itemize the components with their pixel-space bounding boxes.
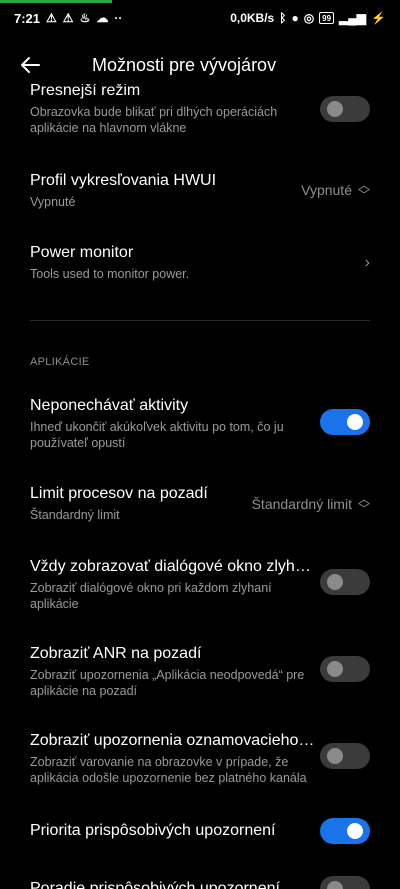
battery-level: 99 <box>322 13 332 23</box>
setting-title: Zobraziť ANR na pozadí <box>30 645 202 662</box>
circle-icon: ◎ <box>303 11 315 25</box>
setting-subtitle: Zobraziť dialógové okno pri každom zlyha… <box>30 581 272 611</box>
page-title: Možnosti pre vývojárov <box>92 54 277 75</box>
network-speed: 0,0KB/s <box>230 11 275 25</box>
battery-icon: 99 <box>319 12 335 24</box>
setting-subtitle: Obrazovka bude blikať pri dlhých operáci… <box>30 105 278 135</box>
flame-icon: ♨ <box>79 11 91 25</box>
status-bar: 7:21 ⚠ ⚠ ♨ ☁ ·· 0,0KB/s ᛒ ● ◎ 99 ▂▄▆ ⚡ <box>0 0 400 36</box>
toggle-adaptive-notification-order[interactable] <box>320 876 370 889</box>
toggle-presnejsi-rezim[interactable] <box>320 96 370 122</box>
warning-icon: ⚠ <box>46 11 57 25</box>
settings-list[interactable]: Presnejší režim Obrazovka bude blikať pr… <box>0 84 400 889</box>
setting-subtitle: Vypnuté <box>30 195 76 209</box>
warning-icon: ⚠ <box>62 11 74 25</box>
toggle-notification-channel-warnings[interactable] <box>320 743 370 769</box>
cloud-icon: ☁ <box>96 11 109 25</box>
app-bar: Možnosti pre vývojárov <box>0 40 400 90</box>
setting-subtitle: Zobraziť varovanie na obrazovke v prípad… <box>30 755 307 785</box>
setting-title: Neponechávať aktivity <box>30 397 189 414</box>
setting-title: Poradie prispôsobivých upozornení <box>30 880 280 889</box>
section-header-apps: APLIKÁCIE <box>30 356 90 368</box>
chevron-right-icon: › <box>364 254 370 271</box>
setting-subtitle: Ihneď ukončiť akúkoľvek aktivitu po tom,… <box>30 420 284 450</box>
bluetooth-icon: ᛒ <box>279 11 287 25</box>
setting-title: Vždy zobrazovať dialógové okno zlyhania <box>30 558 315 575</box>
setting-title: Power monitor <box>30 244 134 261</box>
signal-icon: ▂▄▆ <box>339 11 367 25</box>
back-arrow-icon <box>21 57 40 73</box>
back-button[interactable] <box>12 40 48 90</box>
setting-subtitle: Zobraziť upozornenia „Aplikácia neodpove… <box>30 668 305 698</box>
status-time: 7:21 <box>14 10 41 26</box>
setting-title: Profil vykresľovania HWUI <box>30 172 217 189</box>
toggle-anr-background[interactable] <box>320 656 370 682</box>
setting-title: Zobraziť upozornenia oznamovacieho kanál… <box>30 732 315 749</box>
limit-value: Štandardný limit <box>251 496 352 512</box>
divider <box>30 320 370 321</box>
charging-icon: ⚡ <box>371 11 386 25</box>
setting-title: Presnejší režim <box>30 84 141 99</box>
toggle-adaptive-notification-priority[interactable] <box>320 818 370 844</box>
vpn-icon: ● <box>291 11 299 25</box>
setting-title: Priorita prispôsobivých upozornení <box>30 822 276 839</box>
limit-value-selector[interactable]: Štandardný limit ︿ ﹀ <box>251 492 370 516</box>
setting-power-monitor[interactable]: Power monitor Tools used to monitor powe… <box>0 244 400 282</box>
toggle-crash-dialog[interactable] <box>320 569 370 595</box>
setting-subtitle: Tools used to monitor power. <box>30 267 190 281</box>
toggle-neponechavat-aktivity[interactable] <box>320 409 370 435</box>
hwui-value-selector[interactable]: Vypnuté ︿ ﹀ <box>301 178 370 202</box>
dots-icon: ·· <box>114 11 123 25</box>
hwui-value: Vypnuté <box>301 182 352 198</box>
updown-chevron-icon: ︿ ﹀ <box>357 492 370 516</box>
updown-chevron-icon: ︿ ﹀ <box>357 178 370 202</box>
